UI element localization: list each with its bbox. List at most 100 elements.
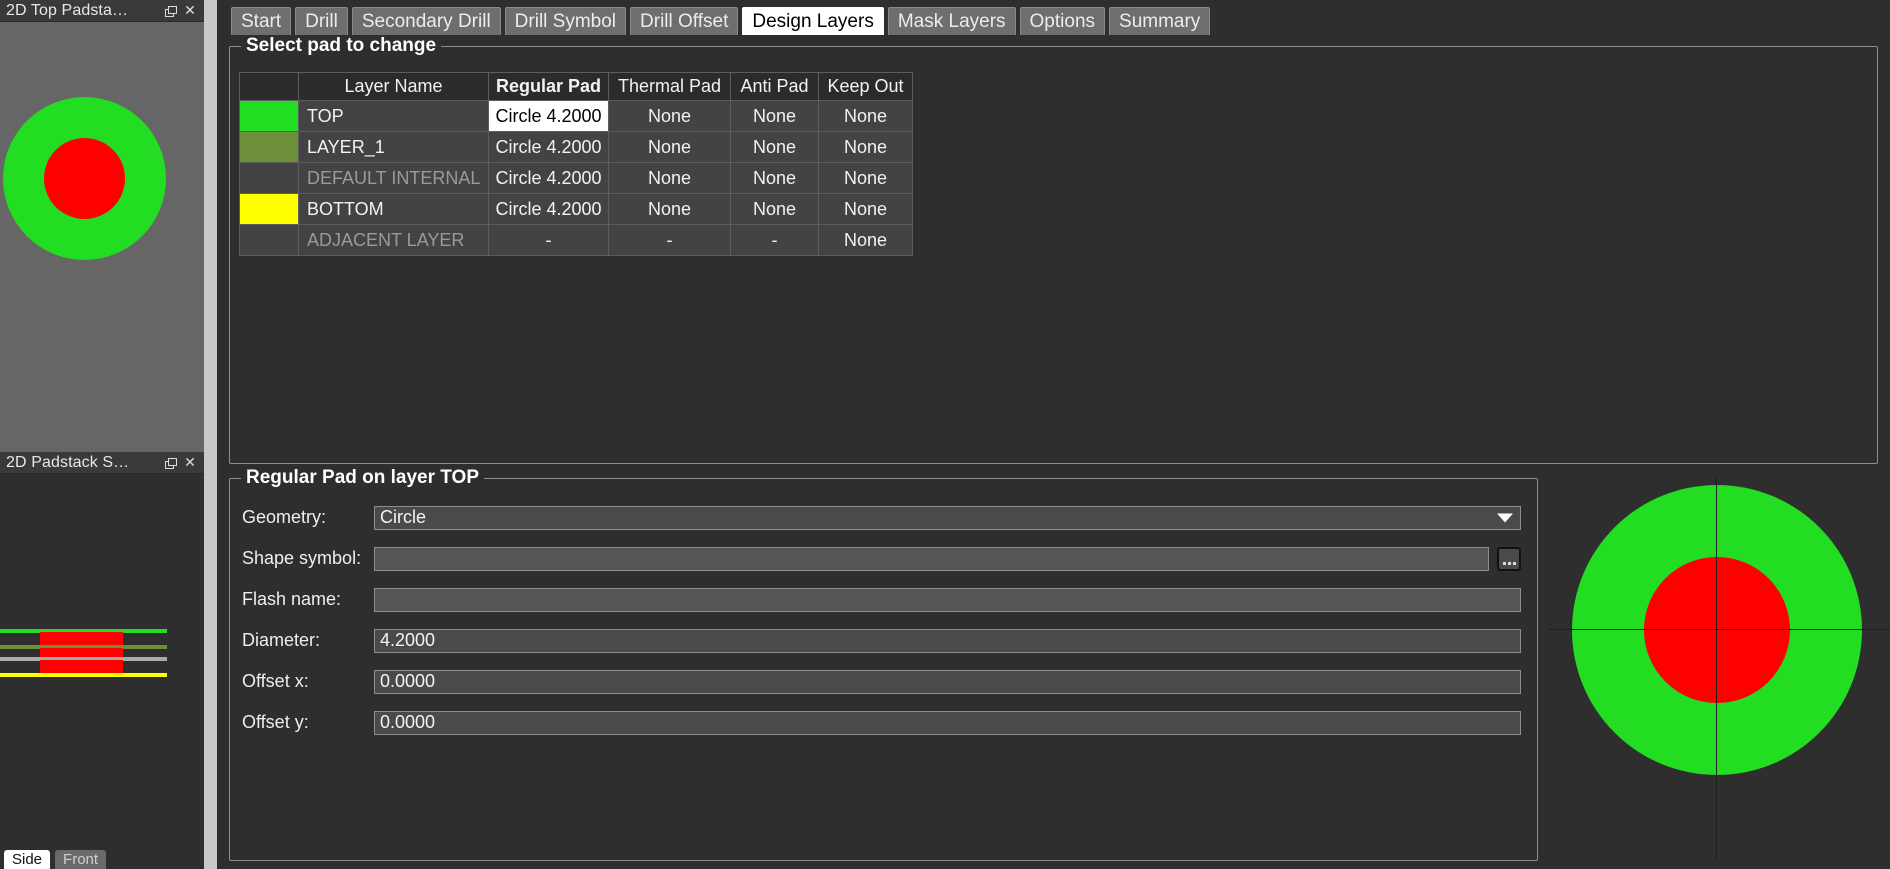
panel-2d-padstack-section-titlebar: 2D Padstack S… ✕ <box>0 452 204 474</box>
xsec-barrel-segment <box>40 648 123 657</box>
cell-anti-pad[interactable]: None <box>730 193 819 225</box>
tab-start[interactable]: Start <box>231 7 292 35</box>
tab-drill-offset[interactable]: Drill Offset <box>630 7 739 35</box>
table-row[interactable]: ADJACENT LAYER - - - None <box>239 224 913 256</box>
pad-table-wrapper: Layer Name Regular Pad Thermal Pad Anti … <box>239 72 913 256</box>
layer-color-swatch[interactable] <box>239 193 299 225</box>
input-shape-symbol[interactable] <box>374 546 1489 571</box>
table-row[interactable]: TOP Circle 4.2000 None None None <box>239 100 913 132</box>
form-row: Diameter: 4.2000 <box>242 624 1521 657</box>
vertical-splitter[interactable] <box>204 0 217 869</box>
cell-anti-pad[interactable]: None <box>730 100 819 132</box>
field-value: Circle <box>380 507 427 527</box>
cell-regular-pad[interactable]: Circle 4.2000 <box>488 131 609 163</box>
layer-color-swatch[interactable] <box>239 100 299 132</box>
tab-secondary-drill[interactable]: Secondary Drill <box>351 7 501 35</box>
panel-2d-top-padstack-view[interactable] <box>0 22 204 452</box>
panel-2d-top-padstack: 2D Top Padsta… ✕ <box>0 0 204 452</box>
cell-regular-pad[interactable]: - <box>488 224 609 256</box>
restore-icon[interactable] <box>160 1 180 21</box>
table-row[interactable]: BOTTOM Circle 4.2000 None None None <box>239 193 913 225</box>
cell-layer-name[interactable]: DEFAULT INTERNAL <box>298 162 489 194</box>
section-view-tabs: Side Front <box>0 849 107 869</box>
tab-summary[interactable]: Summary <box>1109 7 1211 35</box>
panel-2d-padstack-section: 2D Padstack S… ✕ Side Front <box>0 452 204 869</box>
cell-thermal-pad[interactable]: None <box>608 100 731 132</box>
cell-layer-name[interactable]: ADJACENT LAYER <box>298 224 489 256</box>
tab-mask-layers[interactable]: Mask Layers <box>887 7 1016 35</box>
field-value: 0.0000 <box>380 671 436 691</box>
tab-design-layers[interactable]: Design Layers <box>742 7 884 35</box>
cell-anti-pad[interactable]: None <box>730 162 819 194</box>
content-area: Select pad to change Layer Name Regular … <box>217 35 1890 869</box>
regular-pad-legend: Regular Pad on layer TOP <box>241 467 485 489</box>
close-icon[interactable]: ✕ <box>180 1 200 21</box>
cell-thermal-pad[interactable]: None <box>608 162 731 194</box>
cell-thermal-pad[interactable]: - <box>608 224 731 256</box>
cell-regular-pad[interactable]: Circle 4.2000 <box>488 193 609 225</box>
label-shape-symbol: Shape symbol: <box>242 548 362 568</box>
cell-keep-out[interactable]: None <box>818 193 913 225</box>
tab-side[interactable]: Side <box>4 850 51 869</box>
cell-thermal-pad[interactable]: None <box>608 193 731 225</box>
pad-table: Layer Name Regular Pad Thermal Pad Anti … <box>239 72 913 256</box>
xsec-barrel-segment <box>40 632 123 645</box>
cell-layer-name[interactable]: BOTTOM <box>298 193 489 225</box>
cell-anti-pad[interactable]: None <box>730 131 819 163</box>
panel-2d-padstack-section-title: 2D Padstack S… <box>6 453 130 471</box>
pad-preview-panel[interactable] <box>1548 477 1890 869</box>
input-flash-name[interactable] <box>374 587 1521 612</box>
column-header-keep-out[interactable]: Keep Out <box>818 72 913 101</box>
column-header-layer-name[interactable]: Layer Name <box>298 72 489 101</box>
color-swatch-icon <box>240 101 298 131</box>
cell-keep-out[interactable]: None <box>818 131 913 163</box>
cell-keep-out[interactable]: None <box>818 224 913 256</box>
table-row[interactable]: LAYER_1 Circle 4.2000 None None None <box>239 131 913 163</box>
cell-keep-out[interactable]: None <box>818 100 913 132</box>
table-row[interactable]: DEFAULT INTERNAL Circle 4.2000 None None Non… <box>239 162 913 194</box>
cell-regular-pad[interactable]: Circle 4.2000 <box>488 162 609 194</box>
cell-layer-name[interactable]: TOP <box>298 100 489 132</box>
preview-crosshair-vertical <box>1716 477 1717 861</box>
input-offset-y[interactable]: 0.0000 <box>374 710 1521 735</box>
tab-drill-symbol[interactable]: Drill Symbol <box>504 7 627 35</box>
cell-thermal-pad[interactable]: None <box>608 131 731 163</box>
cell-regular-pad[interactable]: Circle 4.2000 <box>488 100 609 132</box>
cell-anti-pad[interactable]: - <box>730 224 819 256</box>
browse-button[interactable] <box>1497 546 1521 571</box>
cell-keep-out[interactable]: None <box>818 162 913 194</box>
regular-pad-groupbox: Regular Pad on layer TOP Geometry: Circle… <box>229 467 1538 861</box>
layer-color-swatch[interactable] <box>239 162 299 194</box>
panel-2d-top-padstack-titlebar: 2D Top Padsta… ✕ <box>0 0 204 22</box>
main-area: Start Drill Secondary Drill Drill Symbol Dri… <box>217 0 1890 869</box>
column-header-anti-pad[interactable]: Anti Pad <box>730 72 819 101</box>
column-header-swatch <box>239 72 299 101</box>
close-icon[interactable]: ✕ <box>180 453 200 473</box>
tab-drill[interactable]: Drill <box>295 7 348 35</box>
column-header-thermal-pad[interactable]: Thermal Pad <box>608 72 731 101</box>
column-header-regular-pad[interactable]: Regular Pad <box>488 72 609 101</box>
padstack-editor-window: 2D Top Padsta… ✕ 2D Padstack S… ✕ Side F… <box>0 0 1890 869</box>
tab-options[interactable]: Options <box>1019 7 1106 35</box>
input-diameter[interactable]: 4.2000 <box>374 628 1521 653</box>
combobox-geometry[interactable]: Circle <box>374 505 1521 530</box>
xsec-layer-bottom <box>0 673 167 677</box>
form-row: Shape symbol: <box>242 542 1521 575</box>
label-offset-y: Offset y: <box>242 712 309 732</box>
top-pad-inner-circle <box>44 138 125 219</box>
tab-front[interactable]: Front <box>55 850 107 869</box>
form-row: Offset x: 0.0000 <box>242 665 1521 698</box>
color-swatch-icon <box>240 132 298 162</box>
preview-inner-circle <box>1644 557 1790 703</box>
table-header-row: Layer Name Regular Pad Thermal Pad Anti … <box>239 72 913 101</box>
input-offset-x[interactable]: 0.0000 <box>374 669 1521 694</box>
layer-color-swatch[interactable] <box>239 131 299 163</box>
chevron-down-icon[interactable] <box>1497 513 1513 522</box>
restore-icon[interactable] <box>160 453 180 473</box>
layer-color-swatch[interactable] <box>239 224 299 256</box>
field-value: 0.0000 <box>380 712 436 732</box>
panel-2d-padstack-section-view[interactable]: Side Front <box>0 474 204 869</box>
label-flash-name: Flash name: <box>242 589 342 609</box>
cell-layer-name[interactable]: LAYER_1 <box>298 131 489 163</box>
select-pad-legend: Select pad to change <box>241 35 442 57</box>
